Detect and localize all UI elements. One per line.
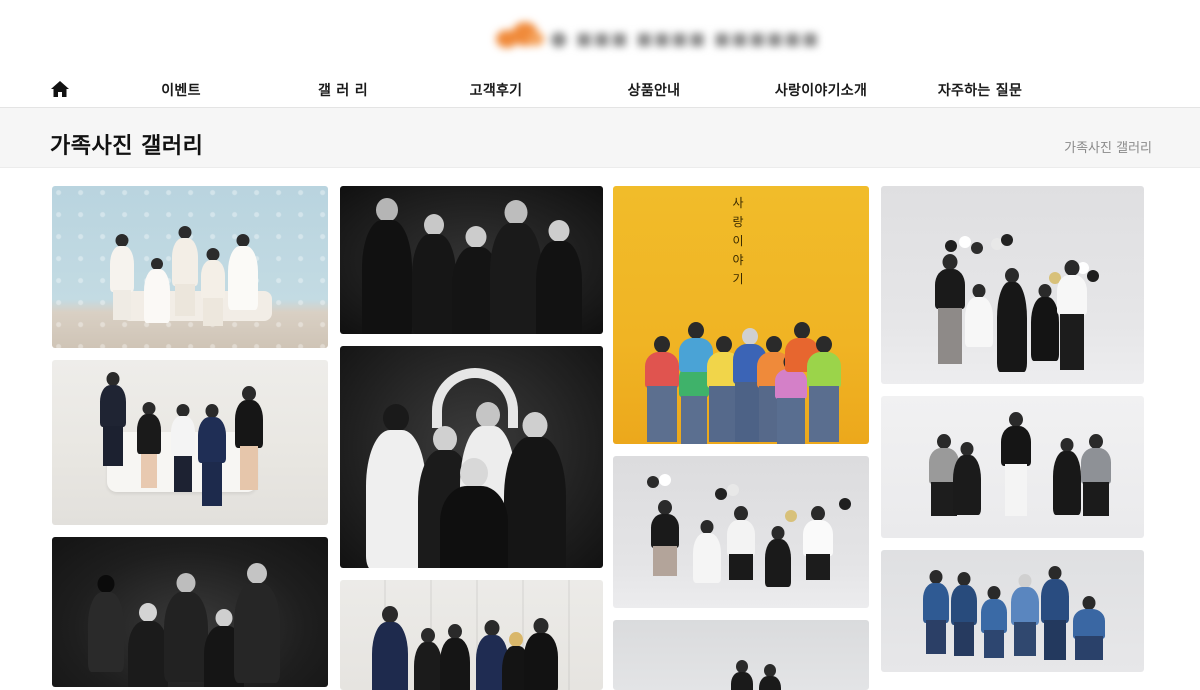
nav-item-about[interactable]: 사랑이야기소개 [775, 80, 867, 100]
vertical-title-text: 사랑이야기 [732, 196, 744, 286]
page-title-bar: 가족사진 갤러리 가족사진 갤러리 [0, 108, 1200, 168]
gallery-photo[interactable] [881, 396, 1144, 538]
site-logo[interactable]: ● ◼◼◼ ◼◼◼◼ ◼◼◼◼◼◼ [488, 14, 818, 62]
nav-item-reviews[interactable]: 고객후기 [470, 80, 523, 100]
main-nav: 이벤트 갤 러 리 고객후기 상품안내 사랑이야기소개 자주하는 질문 [0, 72, 1200, 106]
gallery-photo[interactable] [613, 456, 869, 608]
logo-text: ● ◼◼◼ ◼◼◼◼ ◼◼◼◼◼◼ [550, 26, 820, 50]
gallery-photo[interactable] [881, 186, 1144, 384]
gallery-photo[interactable] [340, 580, 603, 690]
gallery-photo[interactable] [613, 620, 869, 690]
gallery-photo[interactable] [52, 360, 328, 525]
nav-item-events[interactable]: 이벤트 [161, 80, 201, 100]
gallery-photo[interactable] [52, 537, 328, 687]
gallery-photo[interactable] [52, 186, 328, 348]
nav-item-faq[interactable]: 자주하는 질문 [938, 80, 1022, 100]
nav-item-gallery[interactable]: 갤 러 리 [318, 80, 368, 100]
breadcrumb[interactable]: 가족사진 갤러리 [1064, 137, 1152, 156]
gallery-photo[interactable] [881, 550, 1144, 672]
site-header: ● ◼◼◼ ◼◼◼◼ ◼◼◼◼◼◼ 이벤트 갤 러 리 고객후기 상품안내 사랑… [0, 0, 1200, 108]
gallery-photo[interactable]: 사랑이야기 [613, 186, 869, 444]
gallery-photo[interactable] [340, 346, 603, 568]
home-icon[interactable] [50, 80, 70, 98]
page-title: 가족사진 갤러리 [50, 134, 204, 159]
logo-mark-icon [488, 22, 548, 52]
gallery-photo[interactable] [340, 186, 603, 334]
nav-item-products[interactable]: 상품안내 [628, 80, 681, 100]
